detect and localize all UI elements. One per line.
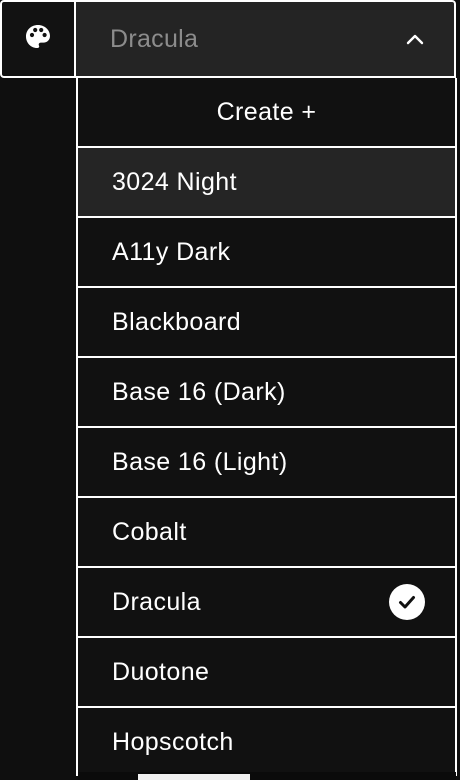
menu-item-base16-dark[interactable]: Base 16 (Dark)	[78, 358, 455, 428]
menu-item-duotone[interactable]: Duotone	[78, 638, 455, 708]
selected-theme-value: Dracula	[110, 24, 199, 53]
theme-dropdown-menu: Create + 3024 Night A11y Dark Blackboard…	[76, 78, 457, 776]
menu-item-hopscotch[interactable]: Hopscotch	[78, 708, 455, 776]
menu-item-blackboard[interactable]: Blackboard	[78, 288, 455, 358]
checkmark-icon	[389, 584, 425, 620]
menu-item-3024-night[interactable]: 3024 Night	[78, 148, 455, 218]
menu-item-cobalt[interactable]: Cobalt	[78, 498, 455, 568]
create-theme-label: Create +	[216, 97, 317, 126]
menu-item-label: 3024 Night	[112, 167, 237, 196]
menu-item-a11y-dark[interactable]: A11y Dark	[78, 218, 455, 288]
create-theme-button[interactable]: Create +	[78, 78, 455, 148]
menu-item-label: A11y Dark	[112, 237, 231, 266]
chevron-up-icon[interactable]	[404, 28, 426, 50]
menu-item-label: Base 16 (Dark)	[112, 377, 286, 406]
menu-item-label: Base 16 (Light)	[112, 447, 288, 476]
theme-select[interactable]: Dracula	[76, 0, 456, 78]
menu-item-label: Duotone	[112, 657, 210, 686]
menu-bottom-edge	[78, 772, 456, 780]
theme-selector: Dracula Create + 3024 Night A11y Dark Bl…	[0, 0, 460, 780]
menu-item-label: Blackboard	[112, 307, 242, 336]
palette-icon	[24, 23, 52, 56]
menu-item-base16-light[interactable]: Base 16 (Light)	[78, 428, 455, 498]
palette-button[interactable]	[0, 0, 76, 78]
underlying-content-fragment	[138, 774, 250, 780]
menu-item-label: Dracula	[112, 587, 201, 616]
menu-item-label: Hopscotch	[112, 727, 234, 756]
menu-item-dracula[interactable]: Dracula	[78, 568, 455, 638]
menu-item-label: Cobalt	[112, 517, 187, 546]
